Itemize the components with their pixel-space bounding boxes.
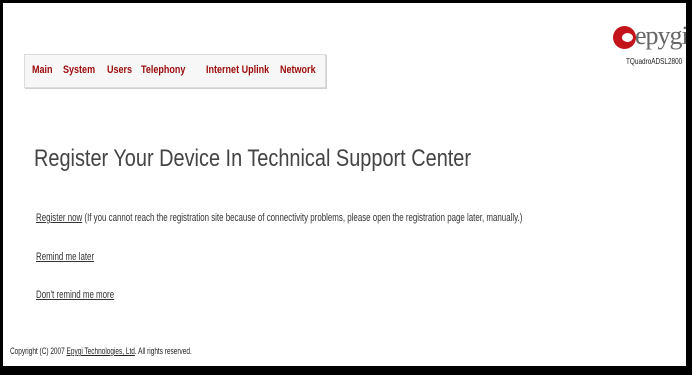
epygi-logo: epygi TQuadroADSL2800: [608, 19, 686, 69]
company-link[interactable]: Epygi Technologies, Ltd: [67, 346, 135, 356]
register-note: (If you cannot reach the registration si…: [82, 212, 523, 224]
page-frame: Main System Users Telephony Internet Upl…: [0, 0, 686, 369]
copyright-suffix: . All rights reserved.: [134, 346, 192, 356]
menu-internet-uplink[interactable]: Internet Uplink: [206, 64, 269, 76]
menu-telephony[interactable]: Telephony: [141, 64, 185, 76]
menu-main[interactable]: Main: [32, 64, 53, 76]
menu-system[interactable]: System: [63, 64, 95, 76]
dont-remind-row: Don't remind me more: [36, 289, 114, 301]
menu-network[interactable]: Network: [280, 64, 316, 76]
page-title: Register Your Device In Technical Suppor…: [34, 145, 472, 172]
copyright-prefix: Copyright (C) 2007: [10, 346, 67, 356]
top-menu-bar: Main System Users Telephony Internet Upl…: [24, 54, 326, 88]
frame-border-right: [686, 0, 692, 375]
register-now-link[interactable]: Register now: [36, 212, 82, 224]
device-model-label: TQuadroADSL2800: [626, 57, 683, 66]
dont-remind-link[interactable]: Don't remind me more: [36, 289, 114, 301]
remind-later-link[interactable]: Remind me later: [36, 251, 94, 263]
register-row: Register now (If you cannot reach the re…: [36, 212, 522, 224]
epygi-logo-icon: [613, 26, 636, 49]
remind-later-row: Remind me later: [36, 251, 94, 263]
copyright-footer: Copyright (C) 2007 Epygi Technologies, L…: [10, 346, 192, 356]
frame-border-bottom: [0, 369, 692, 375]
menu-users[interactable]: Users: [107, 64, 132, 76]
logo-wordmark: epygi: [635, 21, 686, 50]
